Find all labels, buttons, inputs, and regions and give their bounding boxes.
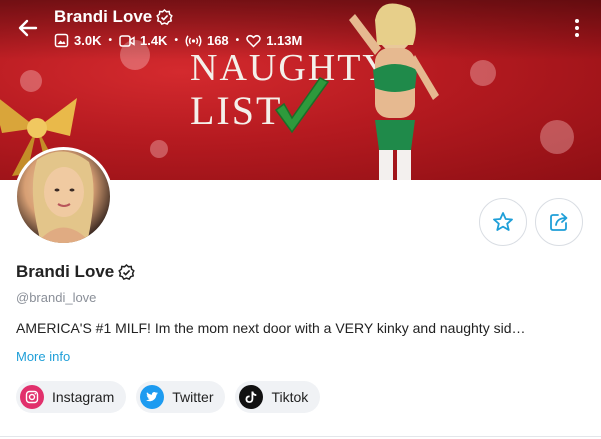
heart-icon [246,34,261,48]
avatar[interactable] [14,147,113,246]
profile-name-text: Brandi Love [16,262,115,281]
instagram-icon [20,385,44,409]
social-links: Instagram Twitter Tiktok [16,381,321,413]
instagram-label: Instagram [52,389,115,405]
profile-name: Brandi Love [16,262,136,282]
twitter-icon [140,385,165,409]
streams-stat: 168 [185,33,229,48]
tiktok-link[interactable]: Tiktok [235,381,321,413]
tiktok-icon [239,385,264,409]
green-check-icon [274,77,330,134]
photos-count: 3.0K [74,33,102,48]
profile-bio: AMERICA'S #1 MILF! Im the mom next door … [16,320,526,336]
header-title: Brandi Love [54,7,174,27]
verified-badge-icon [118,263,136,280]
likes-stat: 1.13M [246,33,302,48]
banner-model-photo [349,3,439,180]
bokeh-light [150,140,168,158]
bokeh-light [540,120,574,154]
star-icon [493,212,513,231]
stat-separator: • [235,35,240,46]
photos-stat: 3.0K [54,33,101,48]
avatar-photo [32,151,94,243]
more-info-link[interactable]: More info [16,349,70,364]
tiktok-label: Tiktok [271,389,309,405]
stat-separator: • [108,35,112,46]
twitter-link[interactable]: Twitter [136,381,226,413]
bokeh-light [470,60,496,86]
banner-line-list: LIST [190,88,283,133]
profile-banner: NAUGHTY LIST [0,0,601,180]
stat-separator: • [174,35,178,46]
videos-stat: 1.4K [119,33,167,48]
more-options-icon[interactable] [567,14,587,42]
profile-handle: @brandi_love [16,290,97,305]
divider [0,436,601,437]
likes-count: 1.13M [266,33,303,48]
twitter-label: Twitter [172,389,214,405]
videos-count: 1.4K [139,33,168,48]
share-icon [550,213,568,231]
image-icon [54,33,69,48]
share-button[interactable] [535,198,583,246]
instagram-link[interactable]: Instagram [16,381,127,413]
favorite-button[interactable] [479,198,527,246]
header-name: Brandi Love [54,7,153,26]
header-stats: 3.0K • 1.4K • 168 • 1.13M [54,33,302,48]
verified-badge-icon [156,8,174,25]
broadcast-icon [185,34,202,47]
back-arrow-icon[interactable] [14,14,42,42]
video-icon [119,34,135,47]
streams-count: 168 [206,33,229,48]
